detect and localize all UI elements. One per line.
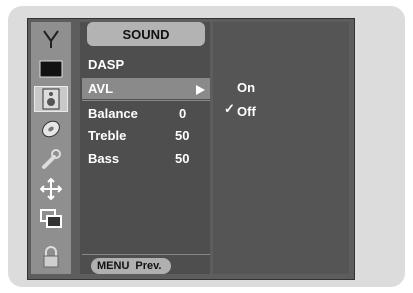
menu-item-avl[interactable]: AVL <box>88 78 113 100</box>
time-menu-button[interactable] <box>34 116 68 142</box>
check-icon: ✓ <box>224 101 235 116</box>
antenna-icon <box>43 30 59 48</box>
menu-item-bass[interactable]: Bass <box>88 148 119 170</box>
wrench-icon <box>42 149 61 169</box>
menu-item-balance[interactable]: Balance <box>88 103 138 125</box>
antenna-menu-button[interactable] <box>34 26 68 52</box>
menu-item-dasp[interactable]: DASP <box>88 54 124 76</box>
divider <box>82 254 210 255</box>
menu-item-treble[interactable]: Treble <box>88 125 126 147</box>
move-arrows-icon <box>40 178 62 200</box>
treble-value: 50 <box>175 128 190 143</box>
menu-prev-button[interactable]: MENU Prev. <box>91 258 171 274</box>
prev-label: Prev. <box>135 260 162 272</box>
special-menu-button[interactable] <box>34 146 68 172</box>
menu-title: SOUND <box>87 22 205 46</box>
lock-icon <box>43 246 59 268</box>
screen-menu-button[interactable] <box>34 176 68 202</box>
pip-windows-icon <box>40 209 62 228</box>
lock-menu-button[interactable] <box>34 244 68 270</box>
disc-icon <box>42 120 60 138</box>
bass-value: 50 <box>175 151 190 166</box>
submenu-arrow-icon <box>196 85 205 95</box>
pip-menu-button[interactable] <box>34 206 68 232</box>
menu-icon-column <box>31 22 71 274</box>
avl-submenu-panel <box>213 22 349 274</box>
option-off[interactable]: Off <box>237 101 256 123</box>
speaker-icon <box>42 88 60 110</box>
menu-key-label: MENU <box>97 260 130 272</box>
sound-menu-button[interactable] <box>34 86 68 112</box>
picture-menu-button[interactable] <box>34 56 68 82</box>
option-on[interactable]: On <box>237 77 255 99</box>
divider <box>82 100 210 101</box>
picture-icon <box>39 60 63 78</box>
balance-value: 0 <box>179 106 187 121</box>
